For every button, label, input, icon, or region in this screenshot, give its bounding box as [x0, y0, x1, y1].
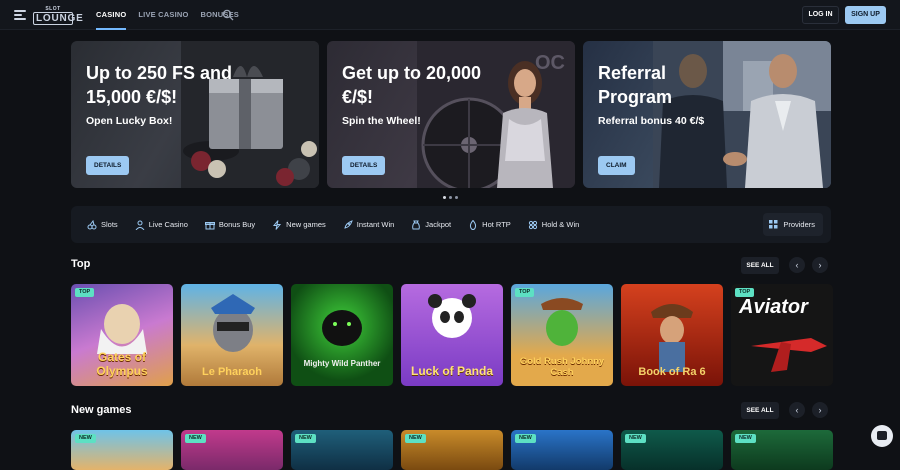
new-game-tile[interactable]: NEW: [511, 430, 613, 470]
section-title-new-games: New games: [71, 404, 132, 416]
hold-win-icon: [528, 220, 537, 229]
chat-icon[interactable]: [871, 425, 893, 447]
category-bar: Slots Live Casino Bonus Buy New games In…: [71, 206, 831, 243]
panther-art: [322, 310, 362, 346]
claim-button[interactable]: CLAIM: [598, 156, 635, 175]
promo-banner-lucky-box[interactable]: Up to 250 FS and 15,000 €/$! Open Lucky …: [71, 41, 319, 188]
game-tile-gold-rush[interactable]: TOP Gold Rush Johnny Cash: [511, 284, 613, 386]
nav-live-casino[interactable]: LIVE CASINO: [138, 0, 188, 30]
top-badge: TOP: [515, 288, 535, 297]
game-tile-le-pharaoh[interactable]: Le Pharaoh: [181, 284, 283, 386]
details-button[interactable]: DETAILS: [86, 156, 130, 175]
chevron-left-icon[interactable]: ‹: [789, 402, 805, 418]
signup-button[interactable]: SIGN UP: [845, 6, 886, 24]
gift-icon: [204, 221, 215, 229]
promo-banner-wheel[interactable]: OC Get up to 20,000 €/$! Spin the Wheel!…: [327, 41, 575, 188]
lightning-icon: [273, 219, 282, 230]
cherries-icon: [87, 219, 97, 229]
top-header: SLOT LOUNGE CASINO LIVE CASINO BONUSES L…: [0, 0, 900, 30]
banner-title: Up to 250 FS and 15,000 €/$!: [86, 63, 233, 107]
site-logo[interactable]: SLOT LOUNGE: [33, 6, 83, 25]
category-bonus-buy[interactable]: Bonus Buy: [204, 220, 255, 230]
menu-icon[interactable]: [14, 10, 26, 20]
search-icon[interactable]: [222, 9, 234, 21]
nav-casino[interactable]: CASINO: [96, 0, 127, 30]
category-live-casino[interactable]: Live Casino: [135, 220, 188, 230]
rocket-icon: [344, 219, 353, 229]
game-tile-mighty-wild-panther[interactable]: Mighty Wild Panther: [291, 284, 393, 386]
svg-text:OC: OC: [535, 52, 565, 74]
game-tile-luck-of-panda[interactable]: Luck of Panda: [401, 284, 503, 386]
chevron-left-icon[interactable]: ‹: [789, 257, 805, 273]
banner-subtitle: Open Lucky Box!: [86, 115, 173, 127]
top-badge: TOP: [75, 288, 95, 297]
category-jackpot[interactable]: Jackpot: [411, 220, 451, 230]
category-instant-win[interactable]: Instant Win: [343, 219, 394, 230]
promo-banner-referral[interactable]: Referral Program Referral bonus 40 €/$ C…: [583, 41, 831, 188]
category-hold-and-win[interactable]: Hold & Win: [528, 220, 579, 230]
new-game-tile[interactable]: NEW: [71, 430, 173, 470]
flame-icon: [470, 219, 477, 230]
new-badge: NEW: [735, 434, 756, 443]
category-new-games[interactable]: New games: [272, 219, 326, 230]
game-tile-book-of-ra[interactable]: Book of Ra 6: [621, 284, 723, 386]
new-game-tile[interactable]: NEW: [291, 430, 393, 470]
category-slots[interactable]: Slots: [87, 219, 118, 230]
new-badge: NEW: [625, 434, 646, 443]
see-all-new-games-button[interactable]: SEE ALL: [741, 402, 779, 419]
see-all-top-button[interactable]: SEE ALL: [741, 257, 779, 274]
category-hot-rtp[interactable]: Hot RTP: [468, 219, 511, 230]
game-tile-gates-of-olympus[interactable]: TOP Gates of Olympus: [71, 284, 173, 386]
section-title-top: Top: [71, 258, 91, 270]
new-badge: NEW: [295, 434, 316, 443]
money-bag-icon: [412, 220, 421, 229]
banner-title: Get up to 20,000 €/$!: [342, 63, 482, 107]
dealer-icon: [135, 220, 145, 230]
top-badge: TOP: [735, 288, 755, 297]
new-game-tile[interactable]: NEW: [181, 430, 283, 470]
main-nav: CASINO LIVE CASINO BONUSES: [96, 0, 239, 30]
chevron-right-icon[interactable]: ›: [812, 257, 828, 273]
game-tile-aviator[interactable]: TOP Aviator: [731, 284, 833, 386]
chevron-right-icon[interactable]: ›: [812, 402, 828, 418]
login-button[interactable]: LOG IN: [802, 6, 839, 24]
banner-subtitle: Referral bonus 40 €/$: [598, 115, 705, 127]
new-game-tile[interactable]: NEW: [401, 430, 503, 470]
carousel-dots[interactable]: [443, 196, 458, 199]
banner-title: Referral Program: [598, 63, 673, 107]
new-badge: NEW: [75, 434, 96, 443]
banner-subtitle: Spin the Wheel!: [342, 115, 421, 127]
new-badge: NEW: [405, 434, 426, 443]
new-badge: NEW: [515, 434, 536, 443]
new-game-tile[interactable]: NEW: [621, 430, 723, 470]
new-badge: NEW: [185, 434, 206, 443]
grid-icon: [769, 220, 778, 229]
new-game-tile[interactable]: NEW: [731, 430, 833, 470]
details-button[interactable]: DETAILS: [342, 156, 386, 175]
providers-button[interactable]: Providers: [763, 213, 823, 236]
